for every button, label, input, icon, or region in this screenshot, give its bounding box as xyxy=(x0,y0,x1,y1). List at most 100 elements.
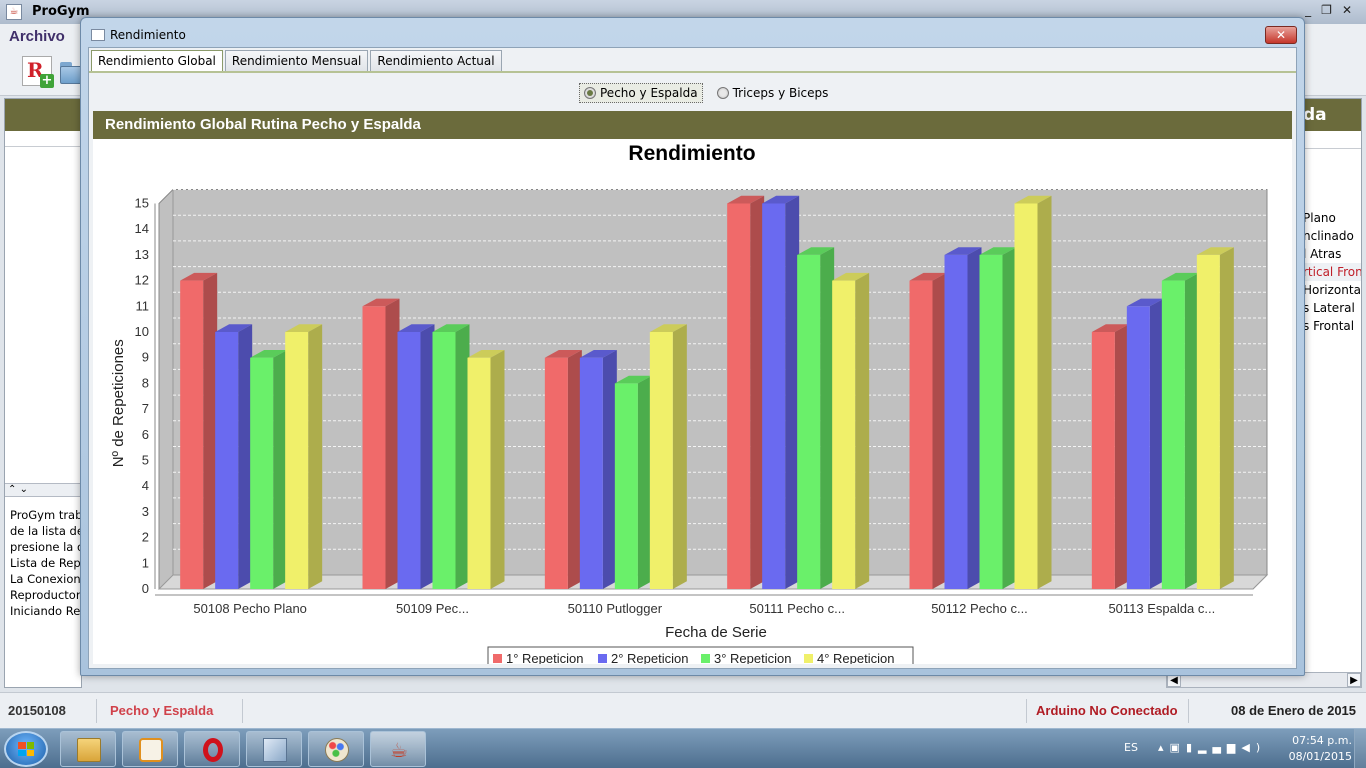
taskbar-opera[interactable] xyxy=(184,731,240,767)
dialog-close-button[interactable]: ✕ xyxy=(1265,26,1297,44)
tab-rendimiento-global[interactable]: Rendimiento Global xyxy=(91,50,223,72)
left-panel: ⌃ ⌄ ProGym trab de la lista de presione … xyxy=(4,98,83,688)
bar-side xyxy=(385,298,400,589)
exercise-list-item[interactable]: Plano xyxy=(1297,209,1361,227)
tab-rendimiento-mensual[interactable]: Rendimiento Mensual xyxy=(224,50,369,72)
bar-front xyxy=(579,357,603,589)
chevron-up-icon[interactable]: ⌃ xyxy=(8,484,16,495)
tab-rendimiento-actual[interactable]: Rendimiento Actual xyxy=(370,50,502,72)
minimize-icon[interactable]: _ xyxy=(1305,3,1311,17)
power-icon[interactable]: ▮ xyxy=(1186,741,1198,754)
app-title: ProGym xyxy=(32,4,90,19)
taskbar: ☕ ES ▴▣▮▂▄▆◀) 07:54 p.m. 08/01/2015 xyxy=(0,728,1366,768)
bar-front xyxy=(649,332,673,589)
status-routine: Pecho y Espalda xyxy=(110,703,214,718)
menu-archivo[interactable]: Archivo xyxy=(9,28,65,45)
exercise-list-item[interactable]: s Frontal xyxy=(1297,317,1361,335)
bar xyxy=(467,350,505,589)
split-toggle[interactable]: ⌃ ⌄ xyxy=(5,483,83,497)
x-tick-label: 50108 Pecho Plano xyxy=(193,601,306,616)
exercise-list: Plano nclinado l Atras rtical Front Hori… xyxy=(1297,209,1361,335)
x-tick-label: 50113 Espalda c... xyxy=(1108,601,1215,616)
dialog-content: Rendimiento Global Rendimiento Mensual R… xyxy=(88,47,1297,669)
bar-side xyxy=(1219,247,1234,589)
opera-icon xyxy=(203,738,223,762)
bar-side xyxy=(602,350,617,589)
exercise-list-item[interactable]: s Lateral xyxy=(1297,299,1361,317)
log-line: La Conexion xyxy=(10,572,81,586)
new-routine-button[interactable]: R + xyxy=(22,56,54,88)
status-arduino: Arduino No Conectado xyxy=(1036,703,1178,718)
log-line: Reproductor xyxy=(10,588,81,602)
palette-icon xyxy=(325,738,349,762)
bar xyxy=(614,375,652,589)
scroll-right-icon[interactable]: ▶ xyxy=(1347,673,1361,687)
language-indicator[interactable]: ES xyxy=(1124,741,1138,754)
bar-front xyxy=(727,203,751,589)
dialog-title: Rendimiento xyxy=(110,28,186,42)
exercise-list-item-selected[interactable]: rtical Front xyxy=(1297,263,1361,281)
bar-side xyxy=(855,272,870,589)
x-tick-label: 50112 Pecho c... xyxy=(931,601,1028,616)
network-icon[interactable]: ▣ xyxy=(1170,741,1186,754)
bar xyxy=(944,247,982,589)
y-tick-label: 4 xyxy=(142,478,149,493)
log-line: presione la op xyxy=(10,540,82,554)
tab-strip: Rendimiento Global Rendimiento Mensual R… xyxy=(91,50,504,72)
bar-front xyxy=(1126,306,1150,589)
y-tick-label: 9 xyxy=(142,350,149,365)
legend-swatch xyxy=(804,654,813,663)
bar xyxy=(1126,298,1164,589)
x-axis-label: Fecha de Serie xyxy=(665,624,767,641)
restore-icon[interactable]: ❐ xyxy=(1321,3,1332,17)
bar-front xyxy=(215,332,239,589)
exercise-list-item[interactable]: l Atras xyxy=(1297,245,1361,263)
clock-time[interactable]: 07:54 p.m. xyxy=(1270,734,1352,747)
taskbar-explorer[interactable] xyxy=(60,731,116,767)
close-icon[interactable]: ✕ xyxy=(1342,3,1352,17)
bar-side xyxy=(567,350,582,589)
bar-side xyxy=(1002,247,1017,589)
taskbar-java[interactable]: ☕ xyxy=(370,731,426,767)
bar-front xyxy=(1091,332,1115,589)
show-desktop-button[interactable] xyxy=(1354,729,1366,768)
window-icon xyxy=(91,29,105,41)
radio-unselected-icon xyxy=(716,87,729,99)
legend-label: 1° Repeticion xyxy=(506,651,583,664)
bar xyxy=(832,272,870,589)
bar-side xyxy=(637,375,652,589)
bar xyxy=(1196,247,1234,589)
exercise-list-item[interactable]: Horizontal xyxy=(1297,281,1361,299)
routine-radio-group: Pecho y Espalda Triceps y Biceps xyxy=(579,83,832,103)
signal-icon[interactable]: ▂▄▆ xyxy=(1198,741,1241,754)
y-tick-label: 5 xyxy=(142,453,149,468)
bar-side xyxy=(932,272,947,589)
bar xyxy=(649,324,687,589)
volume-icon[interactable]: ◀) xyxy=(1241,741,1266,754)
bar xyxy=(432,324,470,589)
chevron-down-icon[interactable]: ⌄ xyxy=(20,484,28,495)
windows-logo-icon xyxy=(18,742,34,756)
taskbar-media-player[interactable] xyxy=(122,731,178,767)
start-button[interactable] xyxy=(4,731,48,767)
chevron-up-icon[interactable]: ▴ xyxy=(1158,741,1170,754)
radio-pecho-espalda[interactable]: Pecho y Espalda xyxy=(579,83,703,103)
y-tick-label: 6 xyxy=(142,427,149,442)
bar xyxy=(727,195,765,590)
taskbar-virtualbox[interactable] xyxy=(246,731,302,767)
exercise-list-item[interactable]: nclinado xyxy=(1297,227,1361,245)
radio-triceps-biceps[interactable]: Triceps y Biceps xyxy=(713,83,833,103)
legend-label: 2° Repeticion xyxy=(611,651,688,664)
plus-icon: + xyxy=(40,73,54,88)
bar xyxy=(579,350,617,589)
status-date-long: 08 de Enero de 2015 xyxy=(1231,703,1357,718)
y-tick-label: 13 xyxy=(135,247,149,262)
clock-date[interactable]: 08/01/2015 xyxy=(1270,750,1352,763)
bar xyxy=(1014,195,1052,590)
right-panel-header: da xyxy=(1297,99,1361,131)
bar-front xyxy=(1196,254,1220,589)
bar-side xyxy=(672,324,687,589)
taskbar-paint[interactable] xyxy=(308,731,364,767)
bar-side xyxy=(1149,298,1164,589)
chart-title: Rendimiento xyxy=(628,142,755,165)
